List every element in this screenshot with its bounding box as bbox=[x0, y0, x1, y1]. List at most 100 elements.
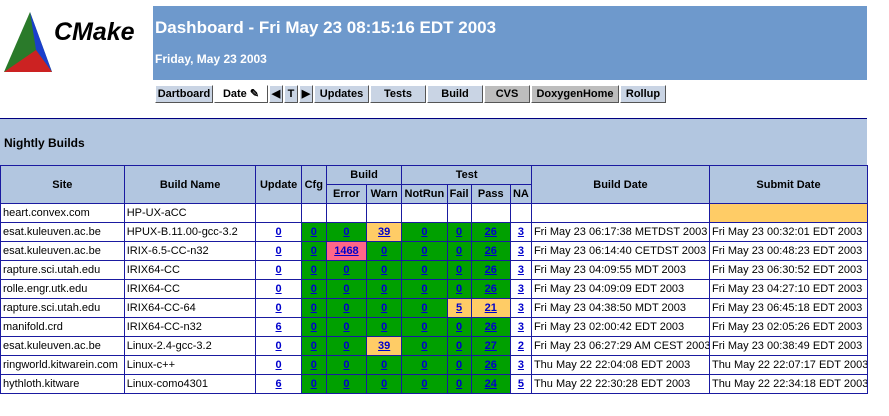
notrun-cell-link[interactable]: 0 bbox=[421, 264, 427, 276]
pass-cell-link[interactable]: 26 bbox=[485, 245, 497, 257]
na-cell-link[interactable]: 3 bbox=[518, 321, 524, 333]
fail-cell-link[interactable]: 5 bbox=[456, 302, 462, 314]
error-cell[interactable]: 0 bbox=[325, 336, 368, 356]
na-cell-link[interactable]: 2 bbox=[518, 340, 524, 352]
warn-cell[interactable]: 0 bbox=[366, 279, 403, 299]
na-cell[interactable]: 3 bbox=[509, 222, 532, 242]
pass-cell[interactable]: 21 bbox=[470, 298, 511, 318]
update-cell-link[interactable]: 0 bbox=[276, 359, 282, 371]
notrun-cell-link[interactable]: 0 bbox=[421, 245, 427, 257]
nav-prev[interactable]: ◀ bbox=[269, 85, 283, 103]
error-cell-link[interactable]: 0 bbox=[343, 226, 349, 238]
warn-cell-link[interactable]: 0 bbox=[381, 321, 387, 333]
fail-cell[interactable]: 0 bbox=[446, 355, 472, 375]
fail-cell[interactable]: 0 bbox=[446, 260, 472, 280]
fail-cell[interactable]: 0 bbox=[446, 374, 472, 394]
update-cell[interactable]: 0 bbox=[255, 355, 302, 375]
na-cell-link[interactable]: 3 bbox=[518, 283, 524, 295]
update-cell-link[interactable]: 0 bbox=[276, 245, 282, 257]
cfg-cell[interactable]: 0 bbox=[300, 374, 327, 394]
na-cell[interactable]: 3 bbox=[509, 355, 532, 375]
notrun-cell-link[interactable]: 0 bbox=[421, 359, 427, 371]
cfg-cell-link[interactable]: 0 bbox=[311, 378, 317, 390]
pass-cell-link[interactable]: 26 bbox=[485, 321, 497, 333]
notrun-cell-link[interactable]: 0 bbox=[421, 378, 427, 390]
nav-dartboard[interactable]: Dartboard bbox=[155, 85, 213, 103]
warn-cell-link[interactable]: 0 bbox=[381, 359, 387, 371]
fail-cell-link[interactable]: 0 bbox=[456, 359, 462, 371]
fail-cell-link[interactable]: 0 bbox=[456, 245, 462, 257]
nav-build[interactable]: Build bbox=[427, 85, 483, 103]
pass-cell[interactable]: 26 bbox=[470, 222, 511, 242]
warn-cell-link[interactable]: 39 bbox=[378, 226, 390, 238]
warn-cell[interactable]: 0 bbox=[366, 355, 403, 375]
warn-cell[interactable]: 0 bbox=[366, 317, 403, 337]
cfg-cell-link[interactable]: 0 bbox=[311, 283, 317, 295]
notrun-cell-link[interactable]: 0 bbox=[421, 283, 427, 295]
update-cell-link[interactable]: 0 bbox=[276, 283, 282, 295]
update-cell[interactable]: 0 bbox=[255, 241, 302, 261]
error-cell-link[interactable]: 0 bbox=[343, 378, 349, 390]
error-cell[interactable]: 0 bbox=[325, 260, 368, 280]
update-cell-link[interactable]: 0 bbox=[276, 226, 282, 238]
cfg-cell[interactable]: 0 bbox=[300, 336, 327, 356]
na-cell[interactable]: 3 bbox=[509, 298, 532, 318]
notrun-cell[interactable]: 0 bbox=[401, 241, 448, 261]
error-cell[interactable]: 0 bbox=[325, 374, 368, 394]
fail-cell[interactable]: 0 bbox=[446, 279, 472, 299]
error-cell-link[interactable]: 1468 bbox=[334, 245, 358, 257]
update-cell-link[interactable]: 0 bbox=[276, 264, 282, 276]
fail-cell-link[interactable]: 0 bbox=[456, 264, 462, 276]
na-cell-link[interactable]: 3 bbox=[518, 226, 524, 238]
cfg-cell-link[interactable]: 0 bbox=[311, 264, 317, 276]
pass-cell[interactable]: 24 bbox=[470, 374, 511, 394]
pass-cell-link[interactable]: 26 bbox=[485, 283, 497, 295]
cfg-cell-link[interactable]: 0 bbox=[311, 245, 317, 257]
notrun-cell[interactable]: 0 bbox=[401, 355, 448, 375]
fail-cell[interactable]: 0 bbox=[446, 241, 472, 261]
warn-cell[interactable]: 0 bbox=[366, 260, 403, 280]
cfg-cell[interactable]: 0 bbox=[300, 298, 327, 318]
notrun-cell-link[interactable]: 0 bbox=[421, 226, 427, 238]
na-cell-link[interactable]: 3 bbox=[518, 359, 524, 371]
notrun-cell[interactable]: 0 bbox=[401, 317, 448, 337]
na-cell[interactable]: 2 bbox=[509, 336, 532, 356]
cfg-cell[interactable]: 0 bbox=[300, 317, 327, 337]
pass-cell[interactable]: 26 bbox=[470, 317, 511, 337]
nav-doxygen[interactable]: DoxygenHome bbox=[531, 85, 619, 103]
update-cell[interactable]: 6 bbox=[255, 374, 302, 394]
fail-cell-link[interactable]: 0 bbox=[456, 321, 462, 333]
notrun-cell-link[interactable]: 0 bbox=[421, 321, 427, 333]
fail-cell[interactable]: 5 bbox=[446, 298, 472, 318]
notrun-cell-link[interactable]: 0 bbox=[421, 302, 427, 314]
na-cell[interactable]: 3 bbox=[509, 279, 532, 299]
error-cell-link[interactable]: 0 bbox=[343, 321, 349, 333]
notrun-cell[interactable]: 0 bbox=[401, 260, 448, 280]
nav-today[interactable]: T bbox=[284, 85, 298, 103]
pass-cell[interactable]: 26 bbox=[470, 355, 511, 375]
na-cell-link[interactable]: 3 bbox=[518, 302, 524, 314]
update-cell[interactable]: 0 bbox=[255, 222, 302, 242]
na-cell-link[interactable]: 3 bbox=[518, 245, 524, 257]
error-cell[interactable]: 0 bbox=[325, 222, 368, 242]
cfg-cell-link[interactable]: 0 bbox=[311, 359, 317, 371]
fail-cell-link[interactable]: 0 bbox=[456, 226, 462, 238]
error-cell[interactable]: 0 bbox=[325, 298, 368, 318]
pass-cell-link[interactable]: 24 bbox=[485, 378, 497, 390]
nav-next[interactable]: ▶ bbox=[299, 85, 313, 103]
warn-cell[interactable]: 0 bbox=[366, 298, 403, 318]
pass-cell[interactable]: 26 bbox=[470, 241, 511, 261]
warn-cell-link[interactable]: 0 bbox=[381, 264, 387, 276]
warn-cell[interactable]: 39 bbox=[366, 336, 403, 356]
pass-cell[interactable]: 26 bbox=[470, 279, 511, 299]
nav-date[interactable]: Date ✎ bbox=[214, 85, 268, 103]
error-cell-link[interactable]: 0 bbox=[343, 359, 349, 371]
error-cell[interactable]: 0 bbox=[325, 317, 368, 337]
notrun-cell[interactable]: 0 bbox=[401, 222, 448, 242]
cfg-cell-link[interactable]: 0 bbox=[311, 321, 317, 333]
fail-cell[interactable]: 0 bbox=[446, 222, 472, 242]
cfg-cell[interactable]: 0 bbox=[300, 241, 327, 261]
pass-cell-link[interactable]: 26 bbox=[485, 264, 497, 276]
na-cell[interactable]: 3 bbox=[509, 260, 532, 280]
nav-updates[interactable]: Updates bbox=[314, 85, 369, 103]
